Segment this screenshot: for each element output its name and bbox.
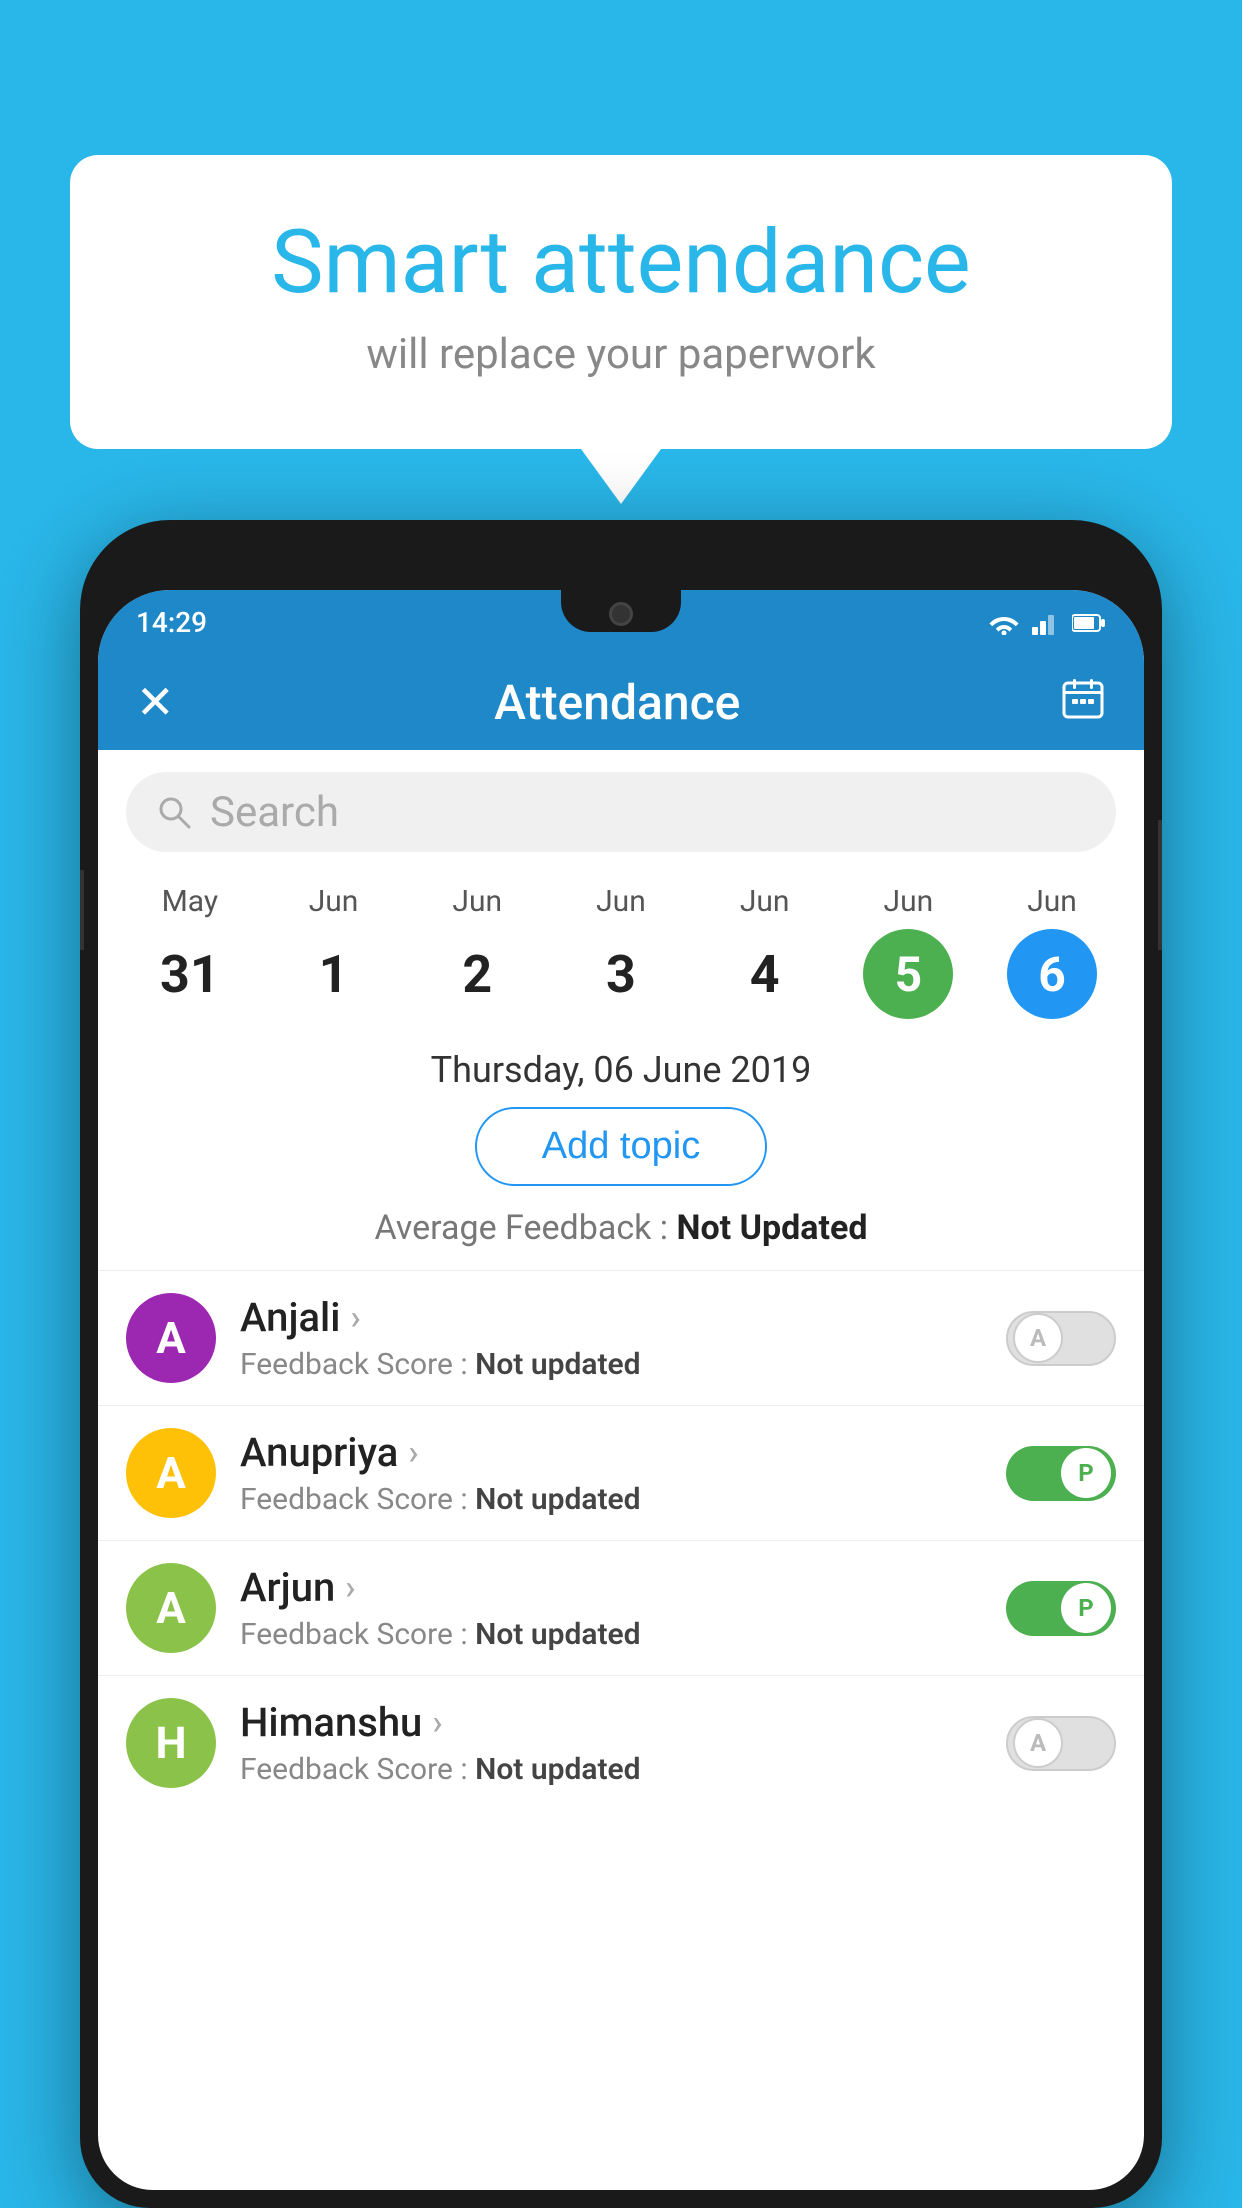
speech-bubble-arrow [581, 449, 661, 504]
phone-frame: 14:29 [80, 520, 1162, 2208]
average-feedback: Average Feedback : Not Updated [98, 1208, 1144, 1248]
cal-date-number: 2 [432, 929, 522, 1019]
student-info: Anupriya › Feedback Score : Not updated [240, 1429, 982, 1517]
cal-month-label: Jun [452, 884, 502, 919]
feedback-value: Not updated [475, 1617, 640, 1652]
calendar-day[interactable]: Jun 4 [710, 884, 820, 1019]
cal-month-label: May [162, 884, 218, 919]
toggle-thumb: A [1013, 1313, 1063, 1363]
selected-date-label: Thursday, 06 June 2019 [98, 1039, 1144, 1107]
attendance-toggle[interactable]: P [1006, 1446, 1116, 1501]
student-info: Arjun › Feedback Score : Not updated [240, 1564, 982, 1652]
calendar-day[interactable]: Jun 5 [853, 884, 963, 1019]
attendance-toggle[interactable]: P [1006, 1581, 1116, 1636]
student-avatar: A [126, 1563, 216, 1653]
feedback-value: Not updated [475, 1482, 640, 1517]
search-bar[interactable]: Search [126, 772, 1116, 852]
toggle-thumb: P [1061, 1448, 1111, 1498]
student-row[interactable]: A Anjali › Feedback Score : Not updated A [98, 1270, 1144, 1405]
student-name: Arjun › [240, 1564, 982, 1611]
cal-month-label: Jun [740, 884, 790, 919]
student-avatar: A [126, 1293, 216, 1383]
cal-date-number: 4 [720, 929, 810, 1019]
speech-bubble-title: Smart attendance [150, 215, 1092, 312]
chevron-icon: › [408, 1433, 418, 1473]
student-feedback: Feedback Score : Not updated [240, 1482, 982, 1517]
header-title: Attendance [494, 674, 740, 731]
attendance-toggle[interactable]: A [1006, 1311, 1116, 1366]
student-avatar: H [126, 1698, 216, 1788]
student-row[interactable]: A Arjun › Feedback Score : Not updated P [98, 1540, 1144, 1675]
toggle-thumb: P [1061, 1583, 1111, 1633]
calendar-day[interactable]: Jun 2 [422, 884, 532, 1019]
student-row[interactable]: A Anupriya › Feedback Score : Not updated P [98, 1405, 1144, 1540]
add-topic-container: Add topic [98, 1107, 1144, 1186]
status-time: 14:29 [136, 606, 207, 639]
phone-side-button-right [1158, 820, 1162, 950]
cal-month-label: Jun [596, 884, 646, 919]
calendar-day[interactable]: May 31 [135, 884, 245, 1019]
speech-bubble-container: Smart attendance will replace your paper… [70, 155, 1172, 504]
app-header: ✕ Attendance [98, 655, 1144, 750]
cal-date-number: 3 [576, 929, 666, 1019]
student-info: Anjali › Feedback Score : Not updated [240, 1294, 982, 1382]
student-list: AAnjali ›Feedback Score : Not updatedAAA… [98, 1270, 1144, 1810]
chevron-icon: › [432, 1703, 442, 1743]
calendar-icon[interactable] [1060, 675, 1106, 731]
student-row[interactable]: H Himanshu › Feedback Score : Not updated A [98, 1675, 1144, 1810]
speech-bubble: Smart attendance will replace your paper… [70, 155, 1172, 449]
calendar-strip: May 31 Jun 1 Jun 2 Jun 3 Jun 4 Jun 5 Jun 6 [98, 874, 1144, 1039]
cal-date-number: 1 [289, 929, 379, 1019]
chevron-icon: › [345, 1568, 355, 1608]
cal-month-label: Jun [884, 884, 934, 919]
student-name: Anupriya › [240, 1429, 982, 1476]
student-feedback: Feedback Score : Not updated [240, 1617, 982, 1652]
cal-month-label: Jun [1027, 884, 1077, 919]
student-feedback: Feedback Score : Not updated [240, 1347, 982, 1382]
cal-date-number: 31 [145, 929, 235, 1019]
calendar-day[interactable]: Jun 1 [279, 884, 389, 1019]
feedback-value: Not updated [475, 1752, 640, 1787]
battery-icon [1072, 613, 1106, 633]
student-name: Anjali › [240, 1294, 982, 1341]
search-icon [156, 794, 192, 830]
toggle-thumb: A [1013, 1718, 1063, 1768]
cal-date-number: 6 [1007, 929, 1097, 1019]
phone-side-button-left [80, 870, 84, 950]
cal-month-label: Jun [309, 884, 359, 919]
avg-feedback-label: Average Feedback : [375, 1208, 677, 1248]
student-name: Himanshu › [240, 1699, 982, 1746]
chevron-icon: › [350, 1298, 360, 1338]
add-topic-button[interactable]: Add topic [475, 1107, 767, 1186]
phone-notch [561, 590, 681, 632]
signal-icon [1032, 611, 1060, 635]
phone-screen: 14:29 [98, 590, 1144, 2190]
cal-date-number: 5 [863, 929, 953, 1019]
student-avatar: A [126, 1428, 216, 1518]
front-camera [609, 602, 633, 626]
student-info: Himanshu › Feedback Score : Not updated [240, 1699, 982, 1787]
speech-bubble-subtitle: will replace your paperwork [150, 330, 1092, 379]
search-placeholder: Search [210, 788, 339, 837]
calendar-day[interactable]: Jun 6 [997, 884, 1107, 1019]
feedback-value: Not updated [475, 1347, 640, 1382]
student-feedback: Feedback Score : Not updated [240, 1752, 982, 1787]
attendance-toggle[interactable]: A [1006, 1716, 1116, 1771]
calendar-day[interactable]: Jun 3 [566, 884, 676, 1019]
wifi-icon [988, 611, 1020, 635]
status-icons [988, 611, 1106, 635]
close-button[interactable]: ✕ [136, 675, 175, 730]
avg-feedback-value: Not Updated [676, 1208, 867, 1248]
